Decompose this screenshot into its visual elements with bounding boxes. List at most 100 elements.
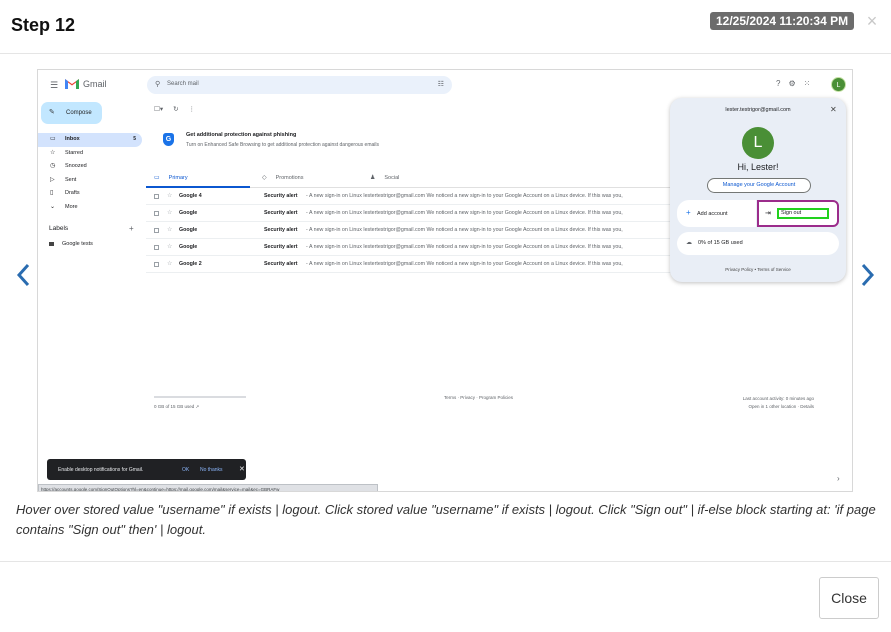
sidebar-item-drafts[interactable]: ▯ Drafts bbox=[38, 187, 142, 201]
mail-toolbar: ☐▾ ↻ ⋮ bbox=[154, 105, 205, 113]
logout-icon: ⇥ bbox=[765, 210, 771, 217]
compose-label: Compose bbox=[66, 110, 92, 116]
status-url: https://accounts.google.com/SignOutOptio… bbox=[38, 484, 378, 491]
email-subject: Security alert bbox=[264, 244, 298, 250]
table-row[interactable]: ☆ Google 4 Security alert - A new sign-i… bbox=[146, 188, 676, 205]
table-row[interactable]: ☆ Google Security alert - A new sign-in … bbox=[146, 239, 676, 256]
sidebar-item-starred[interactable]: ☆ Starred bbox=[38, 147, 142, 161]
people-icon: ♟ bbox=[370, 175, 376, 181]
close-button[interactable]: Close bbox=[819, 577, 879, 619]
close-icon[interactable]: × bbox=[864, 12, 880, 30]
chevron-down-icon: ⌄ bbox=[50, 203, 56, 210]
modal-header: Step 12 12/25/2024 11:20:34 PM × bbox=[0, 0, 891, 54]
table-row[interactable]: ☆ Google 2 Security alert - A new sign-i… bbox=[146, 256, 676, 273]
details-link[interactable]: Open in 1 other location · Details bbox=[706, 403, 814, 411]
select-checkbox-icon[interactable]: ☐▾ bbox=[154, 106, 163, 113]
clock-icon: ◷ bbox=[50, 163, 56, 169]
account-actions: + Add account ⇥ Sign out bbox=[677, 200, 839, 227]
manage-account-button[interactable]: Manage your Google Account bbox=[707, 178, 811, 193]
sidebar-item-snoozed[interactable]: ◷ Snoozed bbox=[38, 160, 142, 174]
add-account-button[interactable]: + Add account bbox=[677, 200, 756, 227]
sign-out-button[interactable]: Sign out bbox=[777, 208, 829, 219]
toast-no-thanks-button[interactable]: No thanks bbox=[200, 467, 223, 473]
label-name: Google tests bbox=[62, 241, 93, 247]
activity-text: Last account activity: 0 minutes ago bbox=[742, 396, 814, 401]
search-input[interactable]: ⚲ Search mail ☷ bbox=[147, 76, 452, 94]
account-activity: Last account activity: 0 minutes ago Ope… bbox=[706, 395, 814, 411]
gmail-logo-icon bbox=[65, 79, 79, 89]
send-icon: ▷ bbox=[50, 176, 55, 183]
account-popup: lester.testrigor@gmail.com ✕ L Hi, Leste… bbox=[670, 98, 846, 282]
next-step-arrow-icon[interactable] bbox=[857, 262, 877, 288]
external-link-icon[interactable]: ↗ bbox=[196, 404, 200, 409]
email-snippet: - A new sign-in on Linux lestertestrigor… bbox=[306, 244, 623, 250]
storage-bar bbox=[154, 396, 246, 398]
close-icon[interactable]: ✕ bbox=[830, 105, 837, 114]
storage-button[interactable]: ☁ 0% of 15 GB used bbox=[677, 232, 839, 255]
notification-toast: Enable desktop notifications for Gmail. … bbox=[47, 459, 246, 480]
previous-step-arrow-icon[interactable] bbox=[14, 262, 34, 288]
add-account-label: Add account bbox=[697, 211, 728, 217]
email-sender: Google bbox=[179, 244, 198, 250]
greeting: Hi, Lester! bbox=[737, 162, 779, 172]
sidebar-item-inbox[interactable]: ▭ Inbox 5 bbox=[38, 133, 142, 147]
table-row[interactable]: ☆ Google Security alert - A new sign-in … bbox=[146, 205, 676, 222]
plus-icon: + bbox=[686, 208, 691, 217]
search-icon: ⚲ bbox=[155, 81, 161, 88]
help-icon[interactable]: ? bbox=[776, 79, 780, 88]
refresh-icon[interactable]: ↻ bbox=[173, 106, 178, 113]
row-checkbox[interactable] bbox=[154, 194, 159, 199]
email-snippet: - A new sign-in on Linux lestertestrigor… bbox=[306, 227, 623, 233]
star-icon[interactable]: ☆ bbox=[167, 188, 172, 204]
star-icon[interactable]: ☆ bbox=[167, 256, 172, 272]
sidebar-item-label: Sent bbox=[65, 176, 77, 183]
star-icon[interactable]: ☆ bbox=[167, 205, 172, 221]
compose-button[interactable]: ✎ Compose bbox=[41, 102, 102, 124]
add-label-icon[interactable]: + bbox=[129, 224, 134, 233]
tab-promotions[interactable]: ◇ Promotions bbox=[262, 174, 303, 181]
email-sender: Google bbox=[179, 210, 198, 216]
sidebar-item-label: Starred bbox=[65, 149, 84, 156]
filter-icon[interactable]: ☷ bbox=[438, 80, 444, 88]
avatar[interactable]: L bbox=[831, 77, 846, 92]
step-screenshot: ☰ Gmail ⚲ Search mail ☷ ? ⚙ ⁙ L ✎ Compose … bbox=[37, 69, 853, 492]
table-row[interactable]: ☆ Google Security alert - A new sign-in … bbox=[146, 222, 676, 239]
toast-message: Enable desktop notifications for Gmail. bbox=[58, 467, 144, 473]
star-icon[interactable]: ☆ bbox=[167, 239, 172, 255]
menu-icon[interactable]: ☰ bbox=[50, 80, 58, 91]
row-checkbox[interactable] bbox=[154, 211, 159, 216]
row-checkbox[interactable] bbox=[154, 245, 159, 250]
email-snippet: - A new sign-in on Linux lestertestrigor… bbox=[306, 261, 623, 267]
label-tag-icon bbox=[49, 241, 54, 246]
row-checkbox[interactable] bbox=[154, 228, 159, 233]
tab-primary[interactable]: ▭ Primary bbox=[154, 174, 188, 181]
email-list: ☆ Google 4 Security alert - A new sign-i… bbox=[146, 188, 676, 273]
tab-social[interactable]: ♟ Social bbox=[370, 174, 399, 181]
sidebar-item-label: Drafts bbox=[65, 190, 80, 196]
sidebar-nav: ▭ Inbox 5 ☆ Starred ◷ Snoozed ▷ Sent ▯ D… bbox=[38, 133, 142, 214]
step-description: Hover over stored value "username" if ex… bbox=[16, 502, 876, 537]
footer-links[interactable]: Terms · Privacy · Program Policies bbox=[444, 395, 513, 400]
row-checkbox[interactable] bbox=[154, 262, 159, 267]
sign-out-highlight: ⇥ Sign out bbox=[757, 200, 839, 227]
sidebar-item-sent[interactable]: ▷ Sent bbox=[38, 174, 142, 188]
sidebar-item-more[interactable]: ⌄ More bbox=[38, 201, 142, 215]
avatar[interactable]: L bbox=[742, 127, 774, 159]
inbox-icon: ▭ bbox=[50, 136, 56, 142]
search-placeholder: Search mail bbox=[167, 81, 199, 87]
tab-label: Social bbox=[384, 175, 400, 181]
tab-label: Primary bbox=[168, 175, 188, 181]
apps-grid-icon[interactable]: ⁙ bbox=[804, 79, 811, 88]
more-vert-icon[interactable]: ⋮ bbox=[189, 106, 196, 113]
star-icon[interactable]: ☆ bbox=[167, 222, 172, 238]
label-item[interactable]: Google tests bbox=[49, 241, 93, 247]
gear-icon[interactable]: ⚙ bbox=[788, 79, 795, 88]
chevron-right-icon[interactable]: › bbox=[837, 474, 840, 483]
close-icon[interactable]: ✕ bbox=[239, 465, 245, 473]
privacy-terms-links[interactable]: Privacy Policy • Terms of Service bbox=[670, 267, 846, 272]
email-snippet: - A new sign-in on Linux lestertestrigor… bbox=[306, 210, 623, 216]
star-icon: ☆ bbox=[50, 149, 56, 156]
sidebar-item-label: Inbox bbox=[65, 136, 80, 142]
gmail-topbar: ☰ Gmail ⚲ Search mail ☷ ? ⚙ ⁙ L bbox=[38, 70, 852, 100]
toast-ok-button[interactable]: OK bbox=[182, 467, 189, 473]
